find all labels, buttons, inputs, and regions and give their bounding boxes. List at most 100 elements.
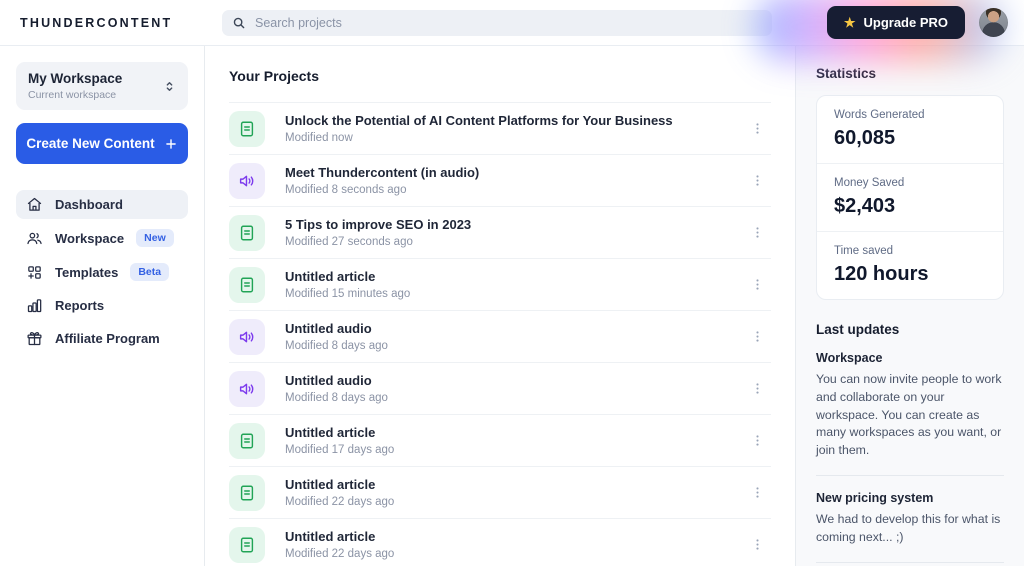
- chevron-updown-icon: [163, 80, 176, 93]
- page-title: Your Projects: [229, 68, 771, 84]
- project-modified: Modified 22 days ago: [285, 548, 394, 560]
- update-item: Workspace You can now invite people to w…: [816, 351, 1004, 476]
- project-text: Untitled article Modified 17 days ago: [285, 425, 394, 456]
- project-menu-button[interactable]: [744, 117, 771, 140]
- project-row[interactable]: Untitled audio Modified 8 days ago: [229, 363, 771, 415]
- project-modified: Modified 17 days ago: [285, 444, 394, 456]
- project-menu-button[interactable]: [744, 273, 771, 296]
- project-title: Untitled article: [285, 477, 394, 492]
- project-title: 5 Tips to improve SEO in 2023: [285, 217, 471, 232]
- stat-value: $2,403: [834, 195, 986, 218]
- project-row[interactable]: Untitled article Modified 15 minutes ago: [229, 259, 771, 311]
- plus-icon: [164, 137, 178, 151]
- project-modified: Modified 22 days ago: [285, 496, 394, 508]
- statistics-heading: Statistics: [816, 66, 1004, 81]
- project-text: Unlock the Potential of AI Content Platf…: [285, 113, 673, 144]
- sidebar-item-dashboard[interactable]: Dashboard: [16, 190, 188, 219]
- star-icon: ★: [844, 16, 856, 29]
- updates-list: Workspace You can now invite people to w…: [816, 351, 1004, 566]
- project-title: Meet Thundercontent (in audio): [285, 165, 479, 180]
- sidebar-item-workspace[interactable]: Workspace New: [16, 223, 188, 253]
- project-row[interactable]: Untitled audio Modified 8 days ago: [229, 311, 771, 363]
- workspace-selector[interactable]: My Workspace Current workspace: [16, 62, 188, 110]
- project-title: Unlock the Potential of AI Content Platf…: [285, 113, 673, 128]
- article-document-icon: [238, 484, 256, 502]
- left-sidebar: My Workspace Current workspace Create Ne…: [0, 46, 205, 566]
- search-input[interactable]: [222, 10, 772, 36]
- sidebar-item-reports[interactable]: Reports: [16, 291, 188, 320]
- article-document-icon: [238, 120, 256, 138]
- templates-grid-icon: [26, 264, 43, 281]
- audio-speaker-icon: [238, 172, 256, 190]
- project-modified: Modified 8 days ago: [285, 340, 388, 352]
- new-badge: New: [136, 229, 174, 247]
- stat-item: Words Generated 60,085: [817, 96, 1003, 164]
- search-area: [205, 10, 827, 36]
- project-row[interactable]: Untitled article Modified 22 days ago: [229, 519, 771, 566]
- project-list: Unlock the Potential of AI Content Platf…: [229, 102, 771, 566]
- search-icon: [232, 16, 246, 30]
- sidebar-item-label: Reports: [55, 298, 104, 313]
- sidebar-item-label: Affiliate Program: [55, 331, 160, 346]
- update-body: We had to develop this for what is comin…: [816, 511, 1004, 547]
- beta-badge: Beta: [130, 263, 169, 281]
- sidebar-item-label: Workspace: [55, 231, 124, 246]
- project-menu-button[interactable]: [744, 169, 771, 192]
- project-menu-button[interactable]: [744, 377, 771, 400]
- create-new-content-button[interactable]: Create New Content: [16, 123, 188, 164]
- sidebar-item-label: Templates: [55, 265, 118, 280]
- project-menu-button[interactable]: [744, 429, 771, 452]
- stat-label: Time saved: [834, 245, 986, 257]
- brand: THUNDERCONTENT: [0, 14, 205, 32]
- project-title: Untitled audio: [285, 321, 388, 336]
- project-modified: Modified now: [285, 132, 673, 144]
- project-type-icon: [229, 527, 265, 563]
- project-text: Untitled audio Modified 8 days ago: [285, 373, 388, 404]
- project-menu-button[interactable]: [744, 325, 771, 348]
- upgrade-pro-button[interactable]: ★ Upgrade PRO: [827, 6, 965, 39]
- project-text: 5 Tips to improve SEO in 2023 Modified 2…: [285, 217, 471, 248]
- project-menu-button[interactable]: [744, 481, 771, 504]
- user-avatar[interactable]: [979, 8, 1008, 37]
- project-type-icon: [229, 423, 265, 459]
- update-body: You can now invite people to work and co…: [816, 371, 1004, 460]
- project-row[interactable]: Untitled article Modified 22 days ago: [229, 467, 771, 519]
- project-row[interactable]: Meet Thundercontent (in audio) Modified …: [229, 155, 771, 207]
- project-row[interactable]: Unlock the Potential of AI Content Platf…: [229, 103, 771, 155]
- project-row[interactable]: 5 Tips to improve SEO in 2023 Modified 2…: [229, 207, 771, 259]
- last-updates-heading: Last updates: [816, 322, 1004, 337]
- project-menu-button[interactable]: [744, 533, 771, 556]
- project-text: Untitled article Modified 22 days ago: [285, 529, 394, 560]
- stat-value: 120 hours: [834, 263, 986, 286]
- update-item: New pricing system We had to develop thi…: [816, 491, 1004, 563]
- article-document-icon: [238, 536, 256, 554]
- project-title: Untitled article: [285, 269, 410, 284]
- project-text: Untitled audio Modified 8 days ago: [285, 321, 388, 352]
- article-document-icon: [238, 276, 256, 294]
- create-new-content-label: Create New Content: [26, 136, 154, 151]
- project-row[interactable]: Untitled article Modified 17 days ago: [229, 415, 771, 467]
- users-icon: [26, 230, 43, 247]
- topbar: THUNDERCONTENT ★ Upgrade PRO: [0, 0, 1024, 46]
- home-icon: [26, 196, 43, 213]
- stat-value: 60,085: [834, 127, 986, 150]
- upgrade-pro-label: Upgrade PRO: [863, 15, 948, 30]
- project-modified: Modified 8 days ago: [285, 392, 388, 404]
- stat-label: Words Generated: [834, 109, 986, 121]
- project-type-icon: [229, 475, 265, 511]
- stat-item: Money Saved $2,403: [817, 164, 1003, 232]
- right-sidebar: Statistics Words Generated 60,085 Money …: [795, 46, 1024, 566]
- project-menu-button[interactable]: [744, 221, 771, 244]
- project-type-icon: [229, 319, 265, 355]
- sidebar-item-templates[interactable]: Templates Beta: [16, 257, 188, 287]
- article-document-icon: [238, 224, 256, 242]
- sidebar-nav: Dashboard Workspace New Templates Beta: [16, 190, 188, 353]
- statistics-card: Words Generated 60,085 Money Saved $2,40…: [816, 95, 1004, 300]
- workspace-selector-title: My Workspace: [28, 71, 122, 86]
- update-title: Workspace: [816, 351, 1004, 365]
- project-type-icon: [229, 215, 265, 251]
- update-title: New pricing system: [816, 491, 1004, 505]
- sidebar-item-affiliate-program[interactable]: Affiliate Program: [16, 324, 188, 353]
- project-text: Meet Thundercontent (in audio) Modified …: [285, 165, 479, 196]
- topbar-actions: ★ Upgrade PRO: [827, 6, 1024, 39]
